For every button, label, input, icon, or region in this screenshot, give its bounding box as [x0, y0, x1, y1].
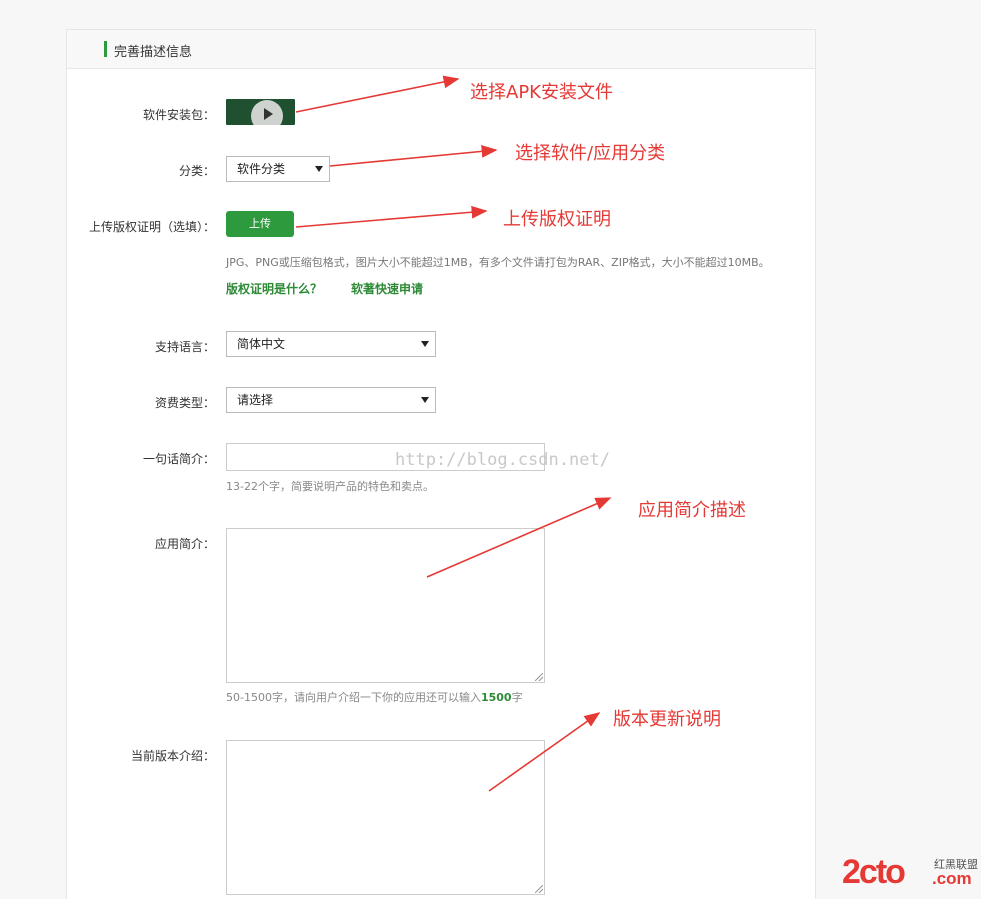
- arrow-apk: [295, 75, 460, 113]
- logo-main: 2cto: [842, 853, 906, 891]
- arrow-copyright: [295, 205, 488, 228]
- site-logo: 2cto 红黑联盟 .com: [842, 853, 978, 892]
- annotation-apk: 选择APK安装文件: [470, 82, 613, 103]
- arrow-intro: [426, 497, 612, 578]
- annotation-arrows: [295, 75, 612, 792]
- arrow-category: [329, 145, 498, 167]
- annotation-intro: 应用简介描述: [638, 500, 746, 521]
- arrow-version: [488, 712, 601, 792]
- annotation-category: 选择软件/应用分类: [515, 143, 666, 164]
- annotation-version: 版本更新说明: [613, 709, 721, 730]
- logo-domain: .com: [932, 869, 972, 888]
- annotation-copyright: 上传版权证明: [503, 209, 611, 230]
